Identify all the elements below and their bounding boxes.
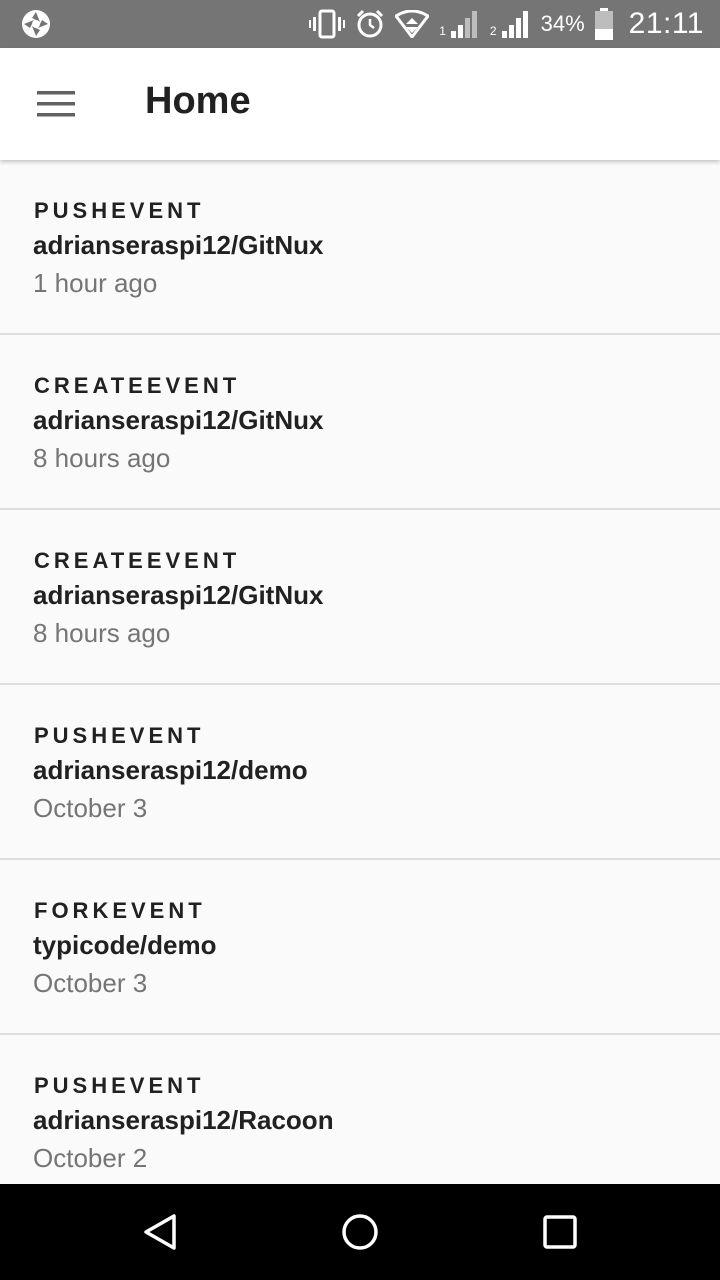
clock: 21:11 <box>628 7 704 40</box>
list-item[interactable]: PUSHEVENT adrianseraspi12/GitNux 1 hour … <box>0 160 720 335</box>
event-time: 1 hour ago <box>33 268 158 298</box>
back-button[interactable] <box>136 1208 184 1256</box>
battery-icon <box>594 8 613 40</box>
list-item[interactable]: PUSHEVENT adrianseraspi12/Racoon October… <box>0 1035 720 1184</box>
event-time: 8 hours ago <box>33 618 171 648</box>
sim2-label: 2 <box>489 24 497 38</box>
recents-icon <box>543 1215 577 1249</box>
camera-shutter-icon <box>20 8 52 40</box>
signal-icon <box>450 9 480 39</box>
menu-button[interactable] <box>28 76 84 132</box>
event-type: CREATEEVENT <box>34 548 241 573</box>
event-type: PUSHEVENT <box>34 1073 205 1098</box>
list-item[interactable]: CREATEEVENT adrianseraspi12/GitNux 8 hou… <box>0 510 720 685</box>
alarm-icon <box>355 9 385 39</box>
list-item[interactable]: CREATEEVENT adrianseraspi12/GitNux 8 hou… <box>0 335 720 510</box>
event-type: CREATEEVENT <box>34 373 241 398</box>
event-time: October 3 <box>33 793 148 823</box>
screen: 1 2 34% 21:11 Home PUSHEVENT adrianseras… <box>0 0 720 1280</box>
event-repo: adrianseraspi12/GitNux <box>33 580 324 610</box>
event-repo: adrianseraspi12/GitNux <box>33 405 324 435</box>
app-bar: Home <box>0 48 720 160</box>
navigation-bar <box>0 1184 720 1280</box>
home-button[interactable] <box>336 1208 384 1256</box>
page-title: Home <box>145 80 251 122</box>
battery-percent: 34% <box>540 11 585 36</box>
event-repo: typicode/demo <box>33 930 217 960</box>
event-time: 8 hours ago <box>33 443 171 473</box>
hamburger-menu-icon <box>37 91 75 117</box>
event-list[interactable]: PUSHEVENT adrianseraspi12/GitNux 1 hour … <box>0 160 720 1184</box>
event-type: PUSHEVENT <box>34 723 205 748</box>
vibrate-icon <box>309 9 346 39</box>
home-icon <box>342 1214 378 1250</box>
wifi-icon <box>395 10 430 38</box>
list-item[interactable]: PUSHEVENT adrianseraspi12/demo October 3 <box>0 685 720 860</box>
signal-icon <box>501 9 531 39</box>
event-type: PUSHEVENT <box>34 198 205 223</box>
event-repo: adrianseraspi12/demo <box>33 755 308 785</box>
status-bar: 1 2 34% 21:11 <box>0 0 720 48</box>
event-repo: adrianseraspi12/GitNux <box>33 230 324 260</box>
event-time: October 3 <box>33 968 148 998</box>
list-item[interactable]: FORKEVENT typicode/demo October 3 <box>0 860 720 1035</box>
recents-button[interactable] <box>536 1208 584 1256</box>
back-icon <box>144 1214 176 1250</box>
event-repo: adrianseraspi12/Racoon <box>33 1105 334 1135</box>
status-icons: 1 2 34% 21:11 <box>309 0 704 48</box>
sim1-label: 1 <box>439 24 446 38</box>
event-time: October 2 <box>33 1143 148 1173</box>
event-type: FORKEVENT <box>34 898 206 923</box>
